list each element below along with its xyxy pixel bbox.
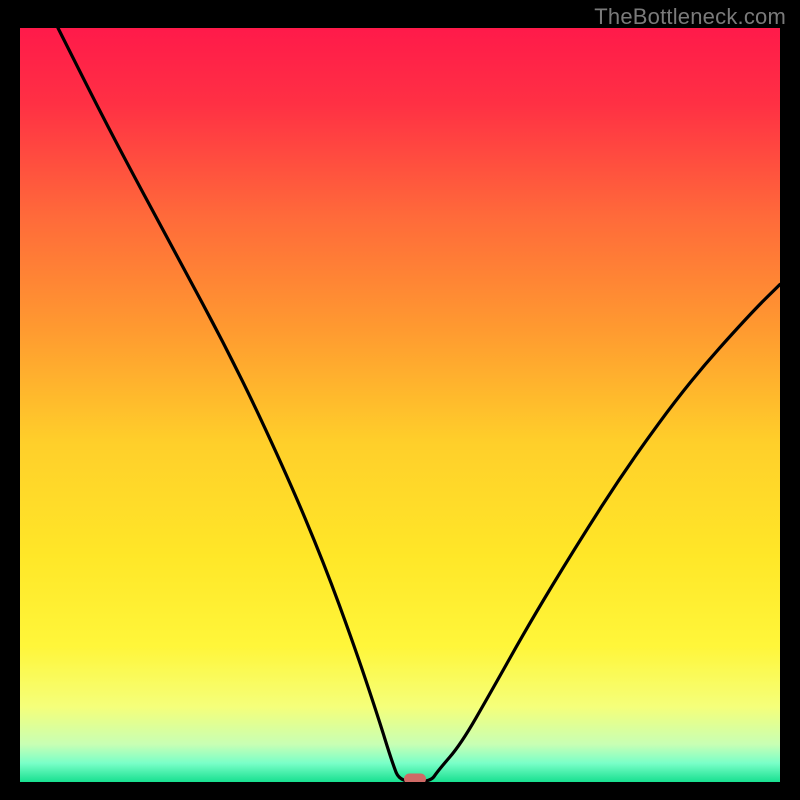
bottleneck-marker bbox=[404, 774, 426, 783]
watermark-text: TheBottleneck.com bbox=[594, 4, 786, 30]
curve-layer bbox=[20, 28, 780, 782]
plot-area bbox=[20, 28, 780, 782]
bottleneck-curve bbox=[58, 28, 780, 782]
chart-frame: TheBottleneck.com bbox=[0, 0, 800, 800]
